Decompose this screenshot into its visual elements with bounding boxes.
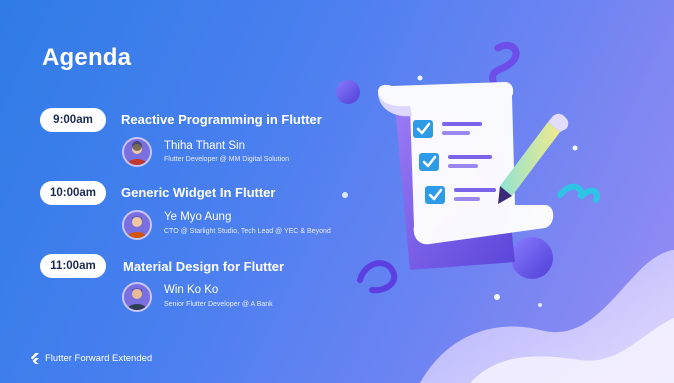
speaker-name: Ye Myo Aung xyxy=(164,211,232,223)
orb-shape xyxy=(494,294,500,300)
agenda-slide: Agenda 9:00am Reactive Programming in Fl… xyxy=(0,0,674,383)
footer-brand: Flutter Forward Extended xyxy=(30,353,152,364)
check-icon xyxy=(413,120,433,138)
speaker-name: Thiha Thant Sin xyxy=(164,140,245,152)
check-icon xyxy=(419,153,439,171)
session-title: Reactive Programming in Flutter xyxy=(121,112,322,127)
session-time-badge: 10:00am xyxy=(40,181,106,205)
session-time-badge: 11:00am xyxy=(40,254,106,278)
speaker-avatar xyxy=(122,210,152,240)
squiggle-shape xyxy=(489,41,520,88)
flutter-logo-icon xyxy=(30,353,39,364)
squiggle-shape xyxy=(557,183,600,203)
check-icon xyxy=(425,186,445,204)
orb-shape xyxy=(417,75,423,81)
speaker-role: Senior Flutter Developer @ A Bank xyxy=(164,301,273,308)
page-title: Agenda xyxy=(42,44,132,71)
speaker-role: CTO @ Starlight Studio, Tech Lead @ YEC … xyxy=(164,228,331,235)
session-title: Material Design for Flutter xyxy=(123,259,285,274)
speaker-avatar xyxy=(122,282,152,312)
orb-shape xyxy=(336,80,360,104)
session-time-badge: 9:00am xyxy=(40,108,106,132)
orb-shape xyxy=(342,192,348,198)
squiggle-shape xyxy=(357,260,398,294)
orb-shape xyxy=(538,303,542,307)
footer-text: Flutter Forward Extended xyxy=(45,353,153,364)
speaker-name: Win Ko Ko xyxy=(164,284,219,296)
speaker-role: Flutter Developer @ MM Digital Solution xyxy=(164,156,289,163)
orb-shape xyxy=(572,145,578,151)
orb-shape xyxy=(511,237,553,279)
speaker-avatar xyxy=(122,137,152,167)
session-title: Generic Widget In Flutter xyxy=(121,185,276,200)
